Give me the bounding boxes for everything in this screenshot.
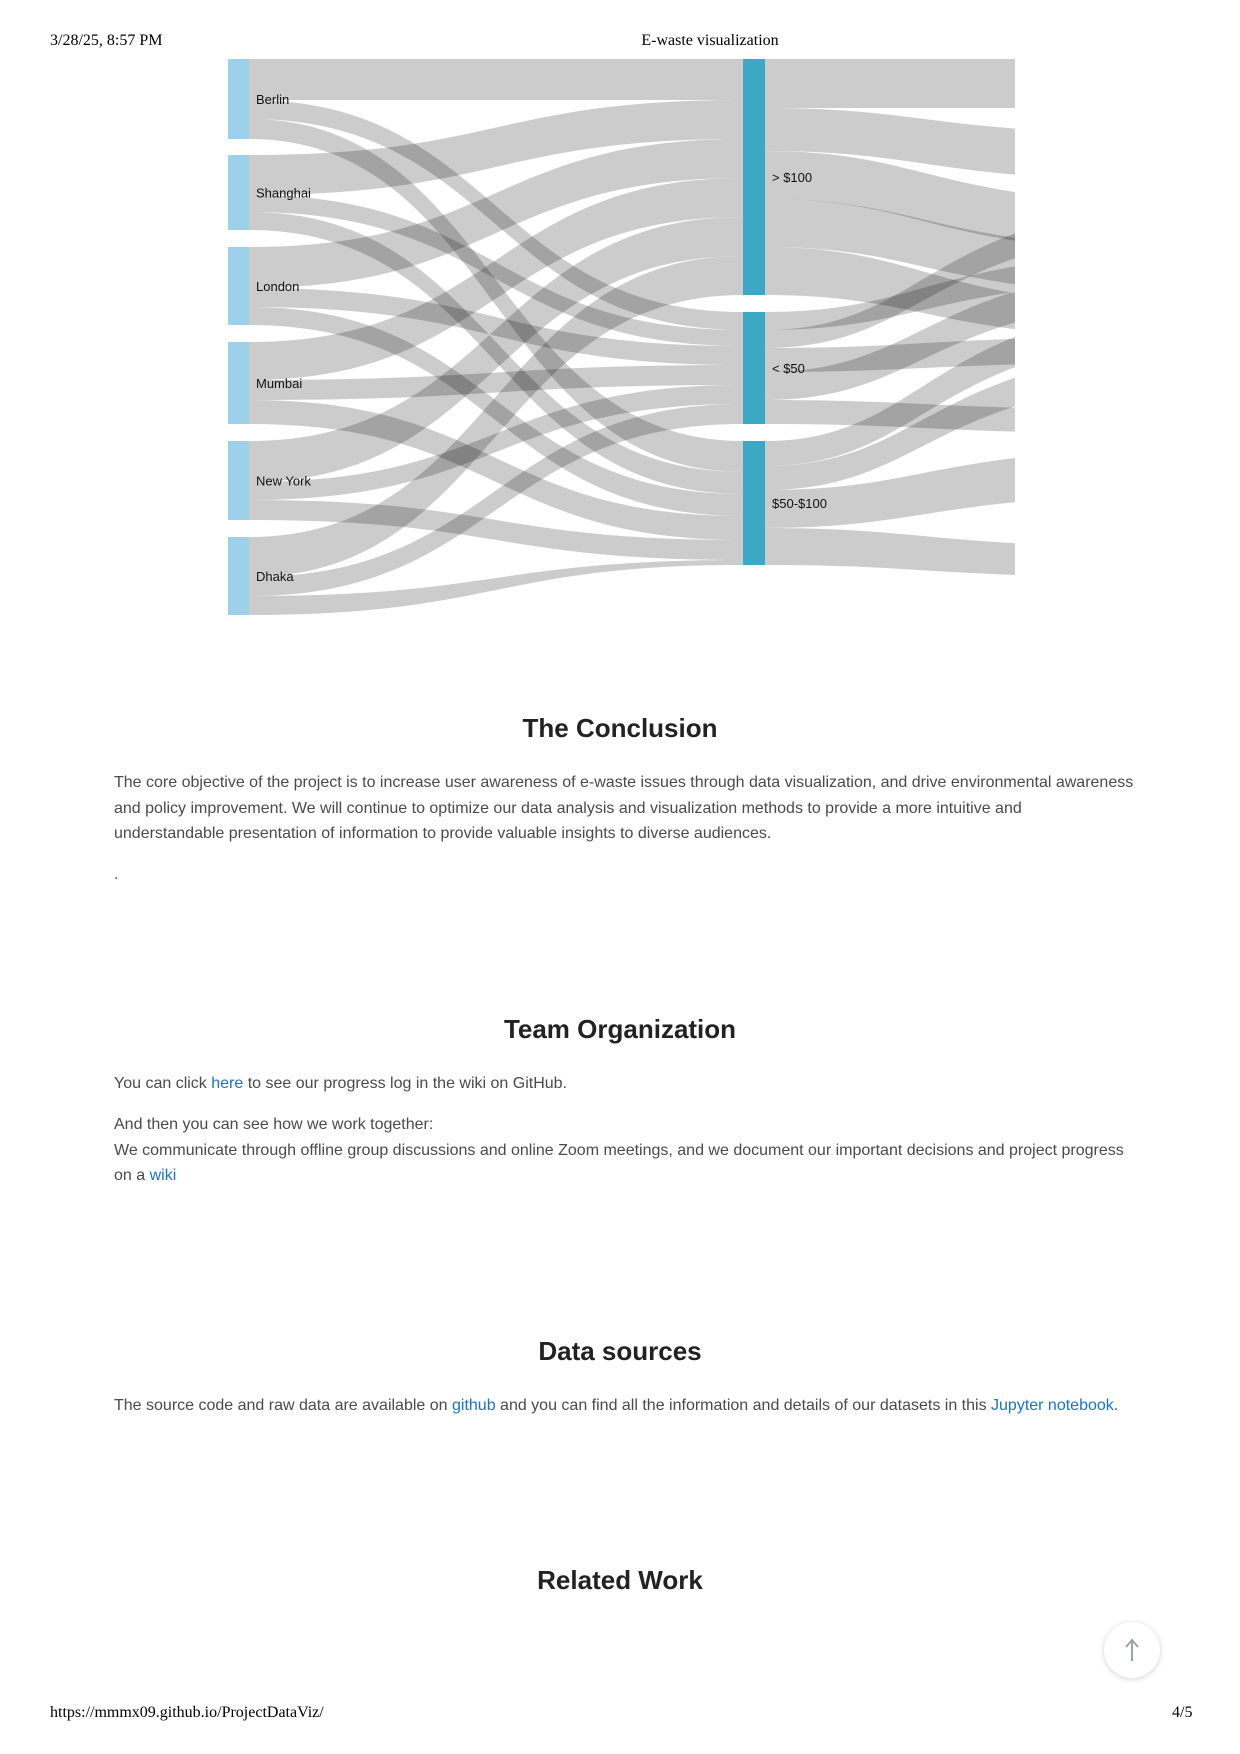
data-sources-text: The source code and raw data are availab… bbox=[114, 1393, 1134, 1419]
team-p2-line2: We communicate through offline group dis… bbox=[114, 1141, 1124, 1185]
sankey-node-100 bbox=[743, 59, 765, 295]
sankey-clip-mask bbox=[1015, 50, 1240, 640]
sankey-label-target-1: > $100 bbox=[772, 170, 812, 185]
team-p1-text: You can click bbox=[114, 1075, 212, 1092]
sankey-node-london bbox=[228, 247, 249, 325]
sankey-node-50-100 bbox=[743, 441, 765, 565]
wiki-link[interactable]: wiki bbox=[150, 1167, 177, 1184]
team-p1-text-after: to see our progress log in the wiki on G… bbox=[243, 1075, 567, 1092]
conclusion-trailing: . bbox=[114, 866, 119, 883]
sankey-label-new-york: New York bbox=[256, 474, 311, 489]
related-work-heading: Related Work bbox=[537, 1565, 703, 1595]
here-link[interactable]: here bbox=[211, 1075, 243, 1092]
sankey-node-mumbai bbox=[228, 342, 249, 424]
sankey-label-berlin: Berlin bbox=[256, 92, 289, 107]
team-paragraph-1: You can click here to see our progress l… bbox=[114, 1071, 1134, 1097]
sankey-node-new-york bbox=[228, 441, 249, 520]
data-sources-text-after: . bbox=[1113, 1397, 1119, 1414]
data-sources-text-middle: and you can find all the information and… bbox=[495, 1397, 992, 1414]
sankey-chart: Berlin Shanghai London Mumbai New York Dhaka >… bbox=[228, 50, 1240, 640]
github-link[interactable]: github bbox=[452, 1397, 496, 1414]
arrow-up-icon bbox=[1125, 1638, 1139, 1661]
sankey-node-shanghai bbox=[228, 155, 249, 230]
sankey-link-berlin-to-100 bbox=[249, 59, 743, 100]
sankey-label-shanghai: Shanghai bbox=[256, 186, 311, 201]
data-sources-text-before: The source code and raw data are availab… bbox=[114, 1397, 452, 1414]
print-url: https://mmmx09.github.io/ProjectDataViz/ bbox=[50, 1704, 324, 1721]
conclusion-text: The core objective of the project is to … bbox=[114, 774, 1134, 842]
conclusion-heading: The Conclusion bbox=[522, 713, 718, 743]
sankey-label-mumbai: Mumbai bbox=[256, 376, 302, 391]
team-heading: Team Organization bbox=[503, 1014, 737, 1044]
team-paragraph-2: And then you can see how we work togethe… bbox=[114, 1112, 1134, 1189]
data-sources-heading: Data sources bbox=[538, 1336, 702, 1366]
sankey-label-target-3: $50-$100 bbox=[772, 496, 827, 511]
sankey-label-target-2: < $50 bbox=[772, 361, 805, 376]
sankey-node-dhaka bbox=[228, 537, 249, 615]
team-p2-line1: And then you can see how we work togethe… bbox=[114, 1116, 434, 1133]
sankey-label-dhaka: Dhaka bbox=[256, 569, 294, 584]
sankey-node-50 bbox=[743, 312, 765, 424]
print-page-number: 4/5 bbox=[1172, 1704, 1193, 1721]
scroll-to-top-button[interactable] bbox=[1104, 1622, 1160, 1678]
jupyter-notebook-link[interactable]: Jupyter notebook bbox=[991, 1397, 1114, 1414]
sankey-label-london: London bbox=[256, 279, 299, 294]
sankey-node-berlin bbox=[228, 59, 249, 139]
